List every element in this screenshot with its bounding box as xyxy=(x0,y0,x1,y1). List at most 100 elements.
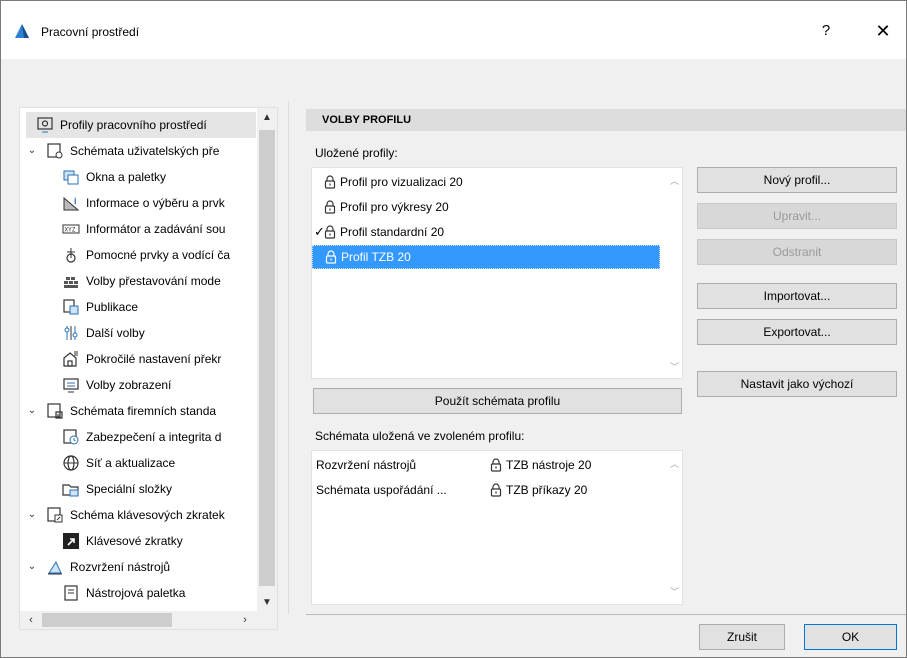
company-schemes-icon xyxy=(46,402,64,420)
scheme-value-label: TZB příkazy 20 xyxy=(506,483,588,497)
svg-text:i: i xyxy=(74,196,77,206)
scroll-left-icon[interactable]: ‹ xyxy=(22,611,40,629)
tree-item[interactable]: Profily pracovního prostředí xyxy=(26,112,256,138)
ok-button[interactable]: OK xyxy=(804,624,897,650)
tree-item[interactable]: ⌄ Schémata firemních standa xyxy=(20,398,260,424)
schemes-list: Rozvržení nástrojů TZB nástroje 20 Schémat… xyxy=(311,450,683,605)
schemes-scroll-up-icon[interactable]: ︿ xyxy=(670,457,679,470)
cancel-button[interactable]: Zrušit xyxy=(699,624,785,650)
tree-item[interactable]: Zabezpečení a integrita d xyxy=(20,424,260,450)
profile-list-item[interactable]: Profil TZB 20 xyxy=(312,245,660,269)
folder-icon xyxy=(62,480,80,498)
list-scroll-down-icon[interactable]: ﹀ xyxy=(670,360,679,373)
scroll-up-icon[interactable]: ▲ xyxy=(257,108,277,128)
tree-item[interactable]: i Informace o výběru a prvk xyxy=(20,190,260,216)
tree-item-label: Nástrojová paletka xyxy=(86,586,186,600)
tree-item-label: Pokročilé nastavení překr xyxy=(86,352,222,366)
security-icon xyxy=(62,428,80,446)
profile-list-item[interactable]: ✓ Profil standardní 20 xyxy=(312,220,652,244)
chevron-down-icon[interactable]: ⌄ xyxy=(26,509,38,521)
set-default-button[interactable]: Nastavit jako výchozí xyxy=(697,371,897,397)
tree-item-label: Schémata uživatelských pře xyxy=(70,144,220,158)
toolbox-icon xyxy=(62,584,80,602)
close-button[interactable]: ✕ xyxy=(863,17,903,45)
scheme-name: Rozvržení nástrojů xyxy=(316,458,417,472)
scroll-right-icon[interactable]: › xyxy=(236,611,254,629)
windows-palettes-icon xyxy=(62,168,80,186)
tree-item[interactable]: Klávesové zkratky xyxy=(20,528,260,554)
window-title: Pracovní prostředí xyxy=(41,25,140,39)
publish-icon xyxy=(62,298,80,316)
tree-item-label: Další volby xyxy=(86,326,145,340)
tree-item-label: Informace o výběru a prvk xyxy=(86,196,225,210)
tree-item[interactable]: Volby zobrazení xyxy=(20,372,260,398)
tree-item[interactable]: Síť a aktualizace xyxy=(20,450,260,476)
helper-icon xyxy=(62,246,80,264)
tree-item[interactable]: Další volby xyxy=(20,320,260,346)
tree-item-label: Profily pracovního prostředí xyxy=(60,118,207,132)
tree-vertical-scrollbar[interactable]: ▲ ▼ xyxy=(257,108,277,613)
edit-profile-button[interactable]: Upravit... xyxy=(697,203,897,229)
tree-item[interactable]: Publikace xyxy=(20,294,260,320)
user-schemes-icon xyxy=(46,142,64,160)
chevron-down-icon[interactable]: ⌄ xyxy=(26,145,38,157)
tree-item[interactable]: XYZ Informátor a zadávání sou xyxy=(20,216,260,242)
profile-list-item[interactable]: Profil pro vizualizaci 20 xyxy=(312,170,652,194)
lock-icon xyxy=(324,175,340,189)
new-profile-button[interactable]: Nový profil... xyxy=(697,167,897,193)
scroll-down-icon[interactable]: ▼ xyxy=(257,593,277,613)
profiles-icon xyxy=(36,116,54,134)
panel-separator xyxy=(288,101,289,614)
apply-schemes-button[interactable]: Použít schémata profilu xyxy=(313,388,682,414)
tree-item[interactable]: Speciální složky xyxy=(20,476,260,502)
tree-item-label: Schéma klávesových zkratek xyxy=(70,508,225,522)
tree-item-label: Okna a paletky xyxy=(86,170,167,184)
lock-icon xyxy=(325,250,341,264)
tree-item[interactable]: ⌄ Schémata uživatelských pře xyxy=(20,138,260,164)
settings-tree: Profily pracovního prostředí ⌄ Schémata už… xyxy=(19,107,278,630)
lock-icon xyxy=(324,225,340,239)
export-button[interactable]: Exportovat... xyxy=(697,319,897,345)
profile-label: Profil standardní 20 xyxy=(340,225,445,239)
hscroll-thumb[interactable] xyxy=(42,613,172,627)
delete-profile-button[interactable]: Odstranit xyxy=(697,239,897,265)
tree-item-label: Síť a aktualizace xyxy=(86,456,176,470)
schemes-scroll-down-icon[interactable]: ﹀ xyxy=(670,585,679,598)
scheme-row: Schémata uspořádání ... TZB příkazy 20 xyxy=(312,478,642,502)
lock-icon xyxy=(490,458,506,472)
tree-item-label: Speciální složky xyxy=(86,482,173,496)
tree-item-label: Pomocné prvky a vodící ča xyxy=(86,248,231,262)
tree-item-label: Schémata firemních standa xyxy=(70,404,217,418)
tree-item-label: Zabezpečení a integrita d xyxy=(86,430,222,444)
saved-profiles-label: Uložené profily: xyxy=(315,146,398,160)
profile-list-item[interactable]: Profil pro výkresy 20 xyxy=(312,195,652,219)
schemes-label: Schémata uložená ve zvoleném profilu: xyxy=(315,429,525,443)
chevron-down-icon[interactable]: ⌄ xyxy=(26,561,38,573)
display-icon xyxy=(62,376,80,394)
tree-item-label: Klávesové zkratky xyxy=(86,534,183,548)
tools-layout-icon xyxy=(46,558,64,576)
lock-icon xyxy=(324,200,340,214)
saved-profiles-list[interactable]: Profil pro vizualizaci 20 Profil pro výkr… xyxy=(311,167,683,379)
tree-horizontal-scrollbar[interactable]: ‹ › xyxy=(20,611,277,629)
import-button[interactable]: Importovat... xyxy=(697,283,897,309)
help-button[interactable]: ? xyxy=(806,17,846,45)
scheme-value-label: TZB nástroje 20 xyxy=(506,458,592,472)
profile-label: Profil TZB 20 xyxy=(341,250,411,264)
tree-item[interactable]: Pokročilé nastavení překr xyxy=(20,346,260,372)
list-scroll-up-icon[interactable]: ︿ xyxy=(670,174,679,187)
tree-item[interactable]: Okna a paletky xyxy=(20,164,260,190)
tree-item[interactable]: Volby přestavování mode xyxy=(20,268,260,294)
scheme-value: TZB nástroje 20 xyxy=(490,458,591,472)
tree-item[interactable]: ⌄ Rozvržení nástrojů xyxy=(20,554,260,580)
archicad-logo-icon xyxy=(15,24,29,38)
checkmark-icon: ✓ xyxy=(314,224,325,239)
tree-item[interactable]: Pomocné prvky a vodící ča xyxy=(20,242,260,268)
chevron-down-icon[interactable]: ⌄ xyxy=(26,405,38,417)
tree-item[interactable]: ⌄ Schéma klávesových zkratek xyxy=(20,502,260,528)
section-header: VOLBY PROFILU xyxy=(306,109,906,131)
tree-item-label: Volby přestavování mode xyxy=(86,274,221,288)
tree-item[interactable]: Nástrojová paletka xyxy=(20,580,260,606)
globe-icon xyxy=(62,454,80,472)
scroll-thumb[interactable] xyxy=(259,130,275,586)
